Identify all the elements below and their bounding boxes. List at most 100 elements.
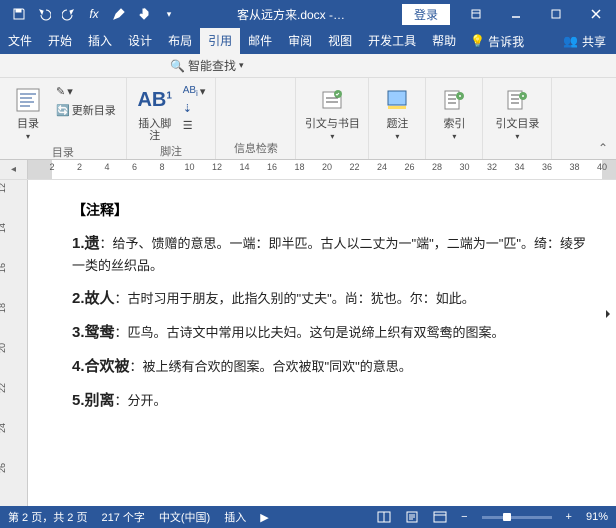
ruler-tick: 20 bbox=[322, 162, 332, 172]
citation-label: 引文与书目 bbox=[305, 118, 360, 130]
group-label-toc: 目录 bbox=[52, 145, 74, 161]
ruler-tick: 22 bbox=[0, 378, 7, 398]
ruler-tick: 34 bbox=[514, 162, 524, 172]
ruler-tick: 14 bbox=[239, 162, 249, 172]
tab-layout[interactable]: 布局 bbox=[160, 28, 200, 54]
insert-mode[interactable]: 插入 bbox=[224, 509, 246, 525]
sub-ribbon-bar: 🔍 智能查找 ▾ bbox=[0, 54, 616, 78]
print-layout-button[interactable] bbox=[405, 511, 419, 523]
show-notes-button[interactable]: ☰ bbox=[179, 118, 210, 133]
close-button[interactable] bbox=[576, 0, 616, 28]
annotation-entry: 4.合欢被：被上绣有合欢的图案。合欢被取"同欢"的意思。 bbox=[72, 355, 586, 379]
maximize-button[interactable] bbox=[536, 0, 576, 28]
pen-button[interactable] bbox=[108, 3, 130, 25]
add-text-button[interactable]: ✎▾ bbox=[52, 84, 120, 99]
vertical-ruler[interactable]: 1214161820222426 bbox=[0, 180, 28, 506]
toc-button[interactable]: 目录▾ bbox=[6, 82, 50, 145]
ruler-tick: 18 bbox=[294, 162, 304, 172]
caption-icon bbox=[381, 84, 413, 116]
read-mode-button[interactable] bbox=[377, 511, 391, 523]
ruler-tick: 40 bbox=[597, 162, 607, 172]
tell-me[interactable]: 💡 告诉我 bbox=[464, 33, 530, 50]
ribbon-options-button[interactable] bbox=[456, 0, 496, 28]
citation-button[interactable]: 引文与书目 ▾ bbox=[302, 82, 362, 145]
tell-me-label: 告诉我 bbox=[488, 33, 524, 50]
caption-button[interactable]: 题注▾ bbox=[375, 82, 419, 145]
index-button[interactable]: 索引▾ bbox=[432, 82, 476, 145]
toa-icon bbox=[501, 84, 533, 116]
tab-home[interactable]: 开始 bbox=[40, 28, 80, 54]
macro-icon[interactable]: ▶ bbox=[260, 511, 268, 524]
insert-footnote-button[interactable]: AB1 插入脚注 bbox=[133, 82, 177, 144]
tab-mailings[interactable]: 邮件 bbox=[240, 28, 280, 54]
tab-references[interactable]: 引用 bbox=[200, 28, 240, 54]
document-content: 【注释】 1.遗：给予、馈赠的意思。一端：即半匹。古人以二丈为一"端"，二端为一… bbox=[72, 200, 586, 413]
annotation-entry: 5.别离：分开。 bbox=[72, 389, 586, 413]
footnote-icon: AB1 bbox=[139, 84, 171, 116]
ruler-tick: 28 bbox=[432, 162, 442, 172]
ruler-tick: 30 bbox=[459, 162, 469, 172]
ruler-tick: 10 bbox=[184, 162, 194, 172]
ruler-corner[interactable]: ◂ bbox=[0, 160, 28, 179]
tab-insert[interactable]: 插入 bbox=[80, 28, 120, 54]
index-label: 索引 bbox=[443, 118, 465, 130]
update-toc-button[interactable]: 🔄更新目录 bbox=[52, 101, 120, 119]
annotation-entry: 1.遗：给予、馈赠的意思。一端：即半匹。古人以二丈为一"端"，二端为一"匹"。绮… bbox=[72, 232, 586, 277]
toa-button[interactable]: 引文目录▾ bbox=[489, 82, 545, 145]
ruler-tick: 24 bbox=[0, 418, 7, 438]
horizontal-ruler-row: ◂ 2246810121416182022242628303234363840 bbox=[0, 160, 616, 180]
ruler-tick: 18 bbox=[0, 298, 7, 318]
touch-button[interactable] bbox=[133, 3, 155, 25]
redo-button[interactable] bbox=[58, 3, 80, 25]
share-button[interactable]: 👥 共享 bbox=[553, 33, 616, 50]
next-icon: ⇣ bbox=[183, 102, 192, 115]
web-layout-button[interactable] bbox=[433, 511, 447, 523]
qat-more-button[interactable]: ▾ bbox=[158, 3, 180, 25]
ruler-tick: 14 bbox=[0, 218, 7, 238]
zoom-level[interactable]: 91% bbox=[586, 511, 608, 523]
insert-endnote-button[interactable]: ABi▾ bbox=[179, 84, 210, 99]
annotation-entry: 3.鸳鸯：匹鸟。古诗文中常用以比夫妇。这句是说缔上织有双鸳鸯的图案。 bbox=[72, 321, 586, 345]
ruler-tick: 12 bbox=[212, 162, 222, 172]
ruler-tick: 26 bbox=[0, 458, 7, 478]
ruler-tick: 8 bbox=[159, 162, 164, 172]
save-button[interactable] bbox=[8, 3, 30, 25]
ribbon: 目录▾ ✎▾ 🔄更新目录 目录 AB1 插入脚注 ABi▾ ⇣ ☰ 脚注 信息检… bbox=[0, 78, 616, 160]
search-icon: 🔍 bbox=[170, 59, 185, 73]
ruler-tick: 16 bbox=[0, 258, 7, 278]
annotations-heading: 【注释】 bbox=[72, 200, 586, 220]
tab-help[interactable]: 帮助 bbox=[424, 28, 464, 54]
word-count[interactable]: 217 个字 bbox=[101, 509, 144, 525]
smart-lookup-button[interactable]: 🔍 智能查找 ▾ bbox=[170, 57, 244, 74]
workspace: 1214161820222426 【注释】 1.遗：给予、馈赠的意思。一端：即半… bbox=[0, 180, 616, 506]
language[interactable]: 中文(中国) bbox=[159, 509, 210, 525]
tab-developer[interactable]: 开发工具 bbox=[360, 28, 424, 54]
undo-button[interactable] bbox=[33, 3, 55, 25]
group-label-footnotes: 脚注 bbox=[160, 144, 182, 160]
document-area[interactable]: 【注释】 1.遗：给予、馈赠的意思。一端：即半匹。古人以二丈为一"端"，二端为一… bbox=[28, 180, 616, 506]
tab-view[interactable]: 视图 bbox=[320, 28, 360, 54]
horizontal-ruler[interactable]: 2246810121416182022242628303234363840 bbox=[28, 160, 616, 179]
window-controls bbox=[456, 0, 616, 28]
page-count[interactable]: 第 2 页，共 2 页 bbox=[8, 509, 87, 525]
tab-design[interactable]: 设计 bbox=[120, 28, 160, 54]
zoom-out-button[interactable]: − bbox=[461, 511, 467, 523]
citation-icon bbox=[316, 84, 348, 116]
chevron-down-icon: ▾ bbox=[26, 132, 30, 141]
tab-review[interactable]: 审阅 bbox=[280, 28, 320, 54]
collapse-ribbon-button[interactable]: ⌃ bbox=[598, 141, 608, 155]
ruler-tick: 2 bbox=[49, 162, 54, 172]
next-footnote-button[interactable]: ⇣ bbox=[179, 101, 210, 116]
tab-file[interactable]: 文件 bbox=[0, 28, 40, 54]
zoom-slider[interactable] bbox=[482, 516, 552, 519]
login-button[interactable]: 登录 bbox=[402, 4, 450, 25]
minimize-button[interactable] bbox=[496, 0, 536, 28]
ruler-tick: 22 bbox=[349, 162, 359, 172]
status-bar: 第 2 页，共 2 页 217 个字 中文(中国) 插入 ▶ − + 91% bbox=[0, 506, 616, 528]
share-label: 共享 bbox=[582, 33, 606, 50]
fx-button[interactable]: fx bbox=[83, 3, 105, 25]
menu-bar: 文件 开始 插入 设计 布局 引用 邮件 审阅 视图 开发工具 帮助 💡 告诉我… bbox=[0, 28, 616, 54]
zoom-in-button[interactable]: + bbox=[566, 511, 572, 523]
toc-icon bbox=[12, 84, 44, 116]
smart-lookup-label: 智能查找 bbox=[188, 57, 236, 74]
